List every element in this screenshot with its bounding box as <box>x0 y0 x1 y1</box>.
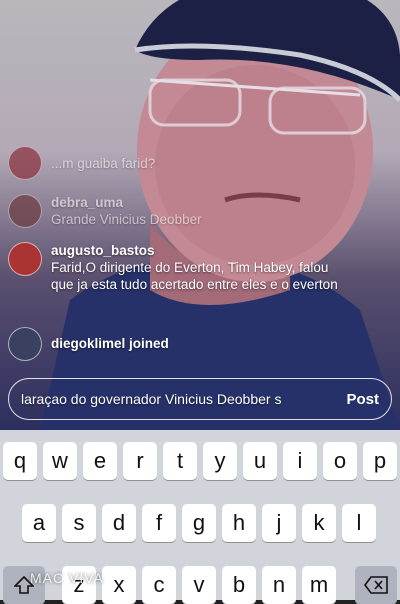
post-button[interactable]: Post <box>346 391 379 408</box>
key-v[interactable]: v <box>182 566 216 604</box>
key-p[interactable]: p <box>363 442 397 480</box>
comment-input-bar: laraçao do governador Vinicius Deobber s… <box>8 378 392 420</box>
key-s[interactable]: s <box>62 504 96 542</box>
comment-text: Farid,O dirigente do Everton, Tim Habey,… <box>51 260 338 292</box>
comment-username[interactable]: augusto_bastos <box>51 242 351 259</box>
watermark-text: MAC VIVA <box>30 570 104 586</box>
key-h[interactable]: h <box>222 504 256 542</box>
key-b[interactable]: b <box>222 566 256 604</box>
comment-item: ...m guaiba farid? <box>8 146 155 180</box>
comment-username[interactable]: debra_uma <box>51 194 202 211</box>
avatar[interactable] <box>8 242 42 276</box>
key-x[interactable]: x <box>102 566 136 604</box>
key-c[interactable]: c <box>142 566 176 604</box>
join-notice: diegoklimel joined <box>51 336 169 351</box>
key-o[interactable]: o <box>323 442 357 480</box>
comment-item: augusto_bastos Farid,O dirigente do Ever… <box>8 242 351 293</box>
key-j[interactable]: j <box>262 504 296 542</box>
key-q[interactable]: q <box>3 442 37 480</box>
key-i[interactable]: i <box>283 442 317 480</box>
key-y[interactable]: y <box>203 442 237 480</box>
key-g[interactable]: g <box>182 504 216 542</box>
key-t[interactable]: t <box>163 442 197 480</box>
key-k[interactable]: k <box>302 504 336 542</box>
avatar[interactable] <box>8 146 42 180</box>
key-r[interactable]: r <box>123 442 157 480</box>
comment-text: ...m guaiba farid? <box>51 156 156 171</box>
avatar[interactable] <box>8 327 42 361</box>
comment-text: Grande Vinicius Deobber <box>51 212 202 227</box>
key-w[interactable]: w <box>43 442 77 480</box>
comment-item: debra_uma Grande Vinicius Deobber <box>8 194 202 228</box>
key-d[interactable]: d <box>102 504 136 542</box>
key-u[interactable]: u <box>243 442 277 480</box>
key-f[interactable]: f <box>142 504 176 542</box>
delete-key[interactable] <box>355 566 397 604</box>
backspace-icon <box>364 576 388 594</box>
comment-item: diegoklimel joined <box>8 327 169 361</box>
key-n[interactable]: n <box>262 566 296 604</box>
key-e[interactable]: e <box>83 442 117 480</box>
comment-input[interactable]: laraçao do governador Vinicius Deobber s <box>21 391 334 407</box>
key-l[interactable]: l <box>342 504 376 542</box>
key-a[interactable]: a <box>22 504 56 542</box>
key-m[interactable]: m <box>302 566 336 604</box>
avatar[interactable] <box>8 194 42 228</box>
